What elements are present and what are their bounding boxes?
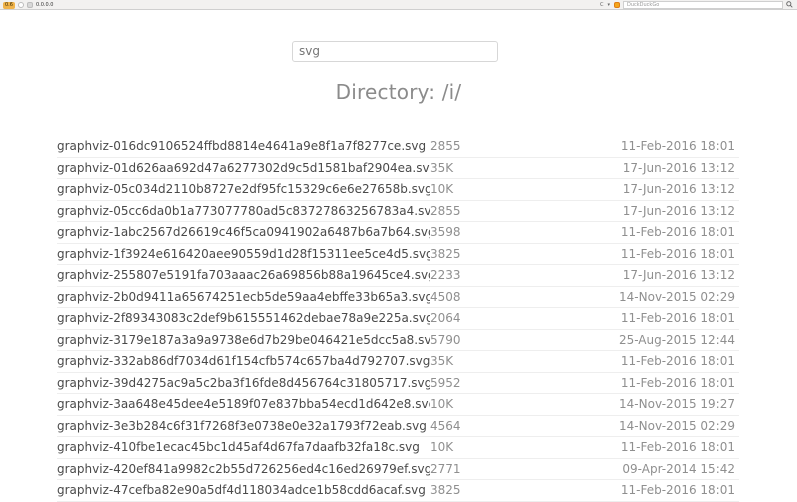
page-icon [26, 2, 33, 8]
table-row: graphviz-016dc9106524ffbd8814e4641a9e8f1… [57, 136, 739, 158]
magnifier-icon[interactable] [786, 0, 793, 10]
file-link[interactable]: graphviz-47cefba82e90a5df4d118034adce1b5… [57, 483, 430, 497]
file-date: 11-Feb-2016 18:01 [620, 483, 735, 498]
file-size: 2064 [430, 311, 461, 326]
file-link[interactable]: graphviz-255807e5191fa703aaac26a69856b88… [57, 268, 430, 282]
file-date: 25-Aug-2015 12:44 [618, 332, 735, 347]
file-size: 4508 [430, 289, 461, 304]
file-date: 17-Jun-2016 13:12 [622, 268, 735, 283]
info-icon[interactable] [17, 2, 24, 8]
table-row: graphviz-3aa648e45dee4e5189f07e837bba54e… [57, 394, 739, 416]
browser-toolbar: 0.6 0.0.0.0 C ▾ DuckDuckGo [0, 0, 797, 10]
file-size: 4564 [430, 418, 461, 433]
table-row: graphviz-2b0d9411a65674251ecb5de59aa4ebf… [57, 287, 739, 308]
table-row: graphviz-2f89343083c2def9b615551462debae… [57, 308, 739, 330]
file-size: 10K [430, 182, 454, 197]
web-search-input[interactable]: DuckDuckGo [623, 1, 783, 9]
file-link[interactable]: graphviz-3179e187a3a9a9738e6d7b29be04642… [57, 333, 430, 347]
file-link[interactable]: graphviz-420ef841a9982c2b55d726256ed4c16… [57, 462, 430, 476]
file-size: 2233 [430, 268, 461, 283]
table-row: graphviz-420ef841a9982c2b55d726256ed4c16… [57, 459, 739, 480]
search-container [292, 40, 498, 62]
file-link[interactable]: graphviz-05c034d2110b8727e2df95fc15329c6… [57, 182, 430, 196]
file-date: 09-Apr-2014 15:42 [622, 461, 735, 476]
file-date: 17-Jun-2016 13:12 [622, 182, 735, 197]
file-date: 14-Nov-2015 19:27 [619, 397, 735, 412]
table-row: graphviz-3179e187a3a9a9738e6d7b29be04642… [57, 330, 739, 351]
table-row: graphviz-1f3924e616420aee90559d1d28f1531… [57, 244, 739, 265]
file-size: 3825 [430, 483, 461, 498]
table-row: graphviz-332ab86df7034d61f154cfb574c657b… [57, 351, 739, 373]
file-link[interactable]: graphviz-3e3b284c6f31f7268f3e0738e0e32a1… [57, 419, 430, 433]
file-link[interactable]: graphviz-016dc9106524ffbd8814e4641a9e8f1… [57, 139, 430, 153]
file-date: 17-Jun-2016 13:12 [622, 203, 735, 218]
table-row: graphviz-255807e5191fa703aaac26a69856b88… [57, 265, 739, 287]
file-date: 11-Feb-2016 18:01 [620, 246, 735, 261]
file-link[interactable]: graphviz-05cc6da0b1a773077780ad5c8372786… [57, 204, 430, 218]
table-row: graphviz-1abc2567d26619c46f5ca0941902a64… [57, 222, 739, 244]
web-search-placeholder: DuckDuckGo [627, 2, 660, 8]
reload-icon[interactable]: C [600, 2, 604, 8]
version-badge: 0.6 [3, 1, 15, 9]
file-date: 11-Feb-2016 18:01 [620, 440, 735, 455]
file-size: 5790 [430, 332, 461, 347]
table-row: graphviz-47cefba82e90a5df4d118034adce1b5… [57, 480, 739, 502]
file-link[interactable]: graphviz-3aa648e45dee4e5189f07e837bba54e… [57, 397, 430, 411]
file-link[interactable]: graphviz-01d626aa692d47a6277302d9c5d1581… [57, 161, 430, 175]
file-date: 14-Nov-2015 02:29 [619, 418, 735, 433]
file-date: 17-Jun-2016 13:12 [622, 160, 735, 175]
url-text[interactable]: 0.0.0.0 [36, 2, 54, 8]
file-size: 10K [430, 440, 454, 455]
file-size: 2771 [430, 461, 461, 476]
table-row: graphviz-410fbe1ecac45bc1d45af4d67fa7daa… [57, 437, 739, 459]
web-search[interactable]: DuckDuckGo [614, 0, 793, 10]
file-list: graphviz-016dc9106524ffbd8814e4641a9e8f1… [57, 136, 739, 502]
search-input[interactable] [292, 40, 498, 62]
search-engine-icon[interactable] [614, 2, 620, 8]
file-link[interactable]: graphviz-2f89343083c2def9b615551462debae… [57, 311, 430, 325]
table-row: graphviz-3e3b284c6f31f7268f3e0738e0e32a1… [57, 416, 739, 437]
file-link[interactable]: graphviz-1abc2567d26619c46f5ca0941902a64… [57, 225, 430, 239]
file-date: 11-Feb-2016 18:01 [620, 311, 735, 326]
browser-controls: C ▾ DuckDuckGo [600, 0, 793, 10]
table-row: graphviz-05cc6da0b1a773077780ad5c8372786… [57, 201, 739, 222]
file-link[interactable]: graphviz-1f3924e616420aee90559d1d28f1531… [57, 247, 430, 261]
page-title: Directory: /i/ [335, 80, 462, 104]
file-link[interactable]: graphviz-332ab86df7034d61f154cfb574c657b… [57, 354, 430, 368]
file-link[interactable]: graphviz-39d4275ac9a5c2ba3f16fde8d456764… [57, 376, 430, 390]
file-date: 11-Feb-2016 18:01 [620, 354, 735, 369]
file-size: 2855 [430, 139, 461, 154]
file-link[interactable]: graphviz-410fbe1ecac45bc1d45af4d67fa7daa… [57, 440, 430, 454]
table-row: graphviz-01d626aa692d47a6277302d9c5d1581… [57, 158, 739, 179]
file-size: 2855 [430, 203, 461, 218]
file-size: 3598 [430, 225, 461, 240]
file-date: 11-Feb-2016 18:01 [620, 139, 735, 154]
file-size: 5952 [430, 375, 461, 390]
table-row: graphviz-39d4275ac9a5c2ba3f16fde8d456764… [57, 373, 739, 394]
file-date: 11-Feb-2016 18:01 [620, 225, 735, 240]
table-row: graphviz-05c034d2110b8727e2df95fc15329c6… [57, 179, 739, 201]
file-size: 3825 [430, 246, 461, 261]
file-link[interactable]: graphviz-2b0d9411a65674251ecb5de59aa4ebf… [57, 290, 430, 304]
file-date: 11-Feb-2016 18:01 [620, 375, 735, 390]
file-size: 10K [430, 397, 454, 412]
dropdown-icon[interactable]: ▾ [607, 2, 610, 8]
file-size: 35K [430, 160, 454, 175]
file-date: 14-Nov-2015 02:29 [619, 289, 735, 304]
file-size: 35K [430, 354, 454, 369]
address-bar[interactable]: 0.6 0.0.0.0 [3, 1, 53, 9]
